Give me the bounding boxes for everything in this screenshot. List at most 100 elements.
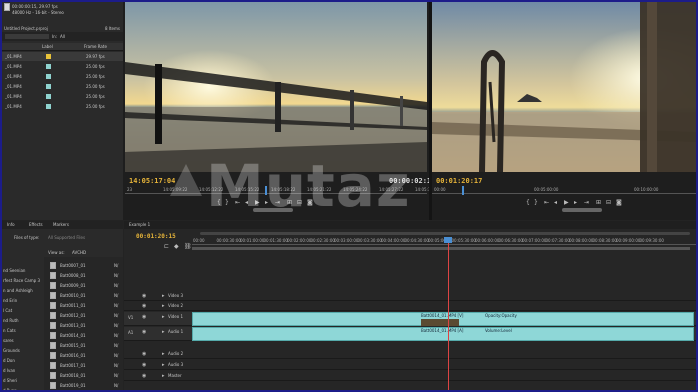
view-as-select[interactable]: AVCHD (72, 251, 86, 255)
expand-triangle-icon[interactable]: ▸ (162, 329, 165, 335)
expand-triangle-icon[interactable]: ▸ (162, 293, 165, 299)
expand-triangle-icon[interactable]: ▸ (162, 362, 165, 368)
ruler-tick-label: 00:05:30:00 (451, 238, 476, 243)
file-name: Batt0015_01 (60, 343, 86, 348)
folder-item[interactable]: n Cats (3, 329, 16, 333)
project-item-row[interactable]: _01.MP4 25.00 fps (2, 102, 123, 111)
program-playhead[interactable] (462, 186, 464, 195)
go-to-out-icon[interactable]: ⇥ (584, 199, 589, 206)
eye-icon[interactable]: ◉ (142, 303, 146, 309)
label-color-swatch[interactable] (46, 94, 51, 99)
folder-item[interactable]: l Cat (3, 309, 12, 313)
tab-sequence[interactable]: Example 1 (129, 223, 150, 227)
col-frame-rate[interactable]: Frame Rate (84, 45, 107, 49)
folder-item[interactable]: nd Seenian (3, 269, 25, 273)
col-label[interactable]: Label (42, 45, 53, 49)
eye-icon[interactable]: ◉ (142, 293, 146, 299)
audio-clip[interactable]: Batt0014_01.MP4 [A] Volume:Level (192, 327, 694, 341)
tab-markers[interactable]: Markers (53, 223, 69, 227)
timeline-timecode[interactable]: 00:01:20:15 (136, 233, 176, 240)
snap-icon[interactable]: ⊏ (164, 243, 169, 250)
track-name[interactable]: Audio 1 (168, 330, 183, 334)
expand-triangle-icon[interactable]: ▸ (162, 314, 165, 320)
label-color-swatch[interactable] (46, 54, 51, 59)
items-count: 8 Items (104, 26, 120, 31)
expand-triangle-icon[interactable]: ▸ (162, 303, 165, 309)
eye-icon[interactable]: ◉ (142, 314, 146, 320)
label-color-swatch[interactable] (46, 104, 51, 109)
project-item-row[interactable]: _01.MP4 25.00 fps (2, 72, 123, 81)
program-monitor: 00:01:20:17 00:00 00:05:00:00 00:10:00:00 … (432, 2, 696, 220)
video-clip[interactable]: Batt0014_01.MP4 [V] Opacity:Opacity (192, 312, 694, 326)
folder-item[interactable]: nd Ruth (3, 319, 19, 323)
folder-item[interactable]: d Sheri (3, 379, 17, 383)
timeline-playhead[interactable] (448, 237, 449, 390)
file-row[interactable]: Batt0014_01 N/ (44, 331, 123, 340)
linked-selection-icon[interactable]: ⛓ (184, 243, 192, 250)
track-name[interactable]: Video 2 (168, 304, 183, 308)
track-name[interactable]: Master (168, 374, 182, 378)
eye-icon[interactable]: ◉ (142, 351, 146, 357)
file-row[interactable]: Batt0017_01 N/ (44, 361, 123, 370)
zoom-scroll[interactable] (200, 232, 690, 235)
export-frame-icon[interactable]: ◙ (616, 199, 622, 206)
timeline-playhead-head[interactable] (444, 237, 452, 243)
lift-icon[interactable]: ⊞ (596, 199, 601, 206)
file-row[interactable]: Batt0012_01 N/ (44, 311, 123, 320)
folder-item[interactable]: d Ivan (3, 369, 15, 373)
file-row[interactable]: Batt0016_01 N/ (44, 351, 123, 360)
extract-icon[interactable]: ⊟ (606, 199, 611, 206)
files-of-type-select[interactable]: All Supported Files (48, 236, 85, 240)
track-name[interactable]: Audio 2 (168, 352, 183, 356)
mark-in-icon[interactable]: { (526, 199, 530, 206)
mark-out-icon[interactable]: } (534, 199, 538, 206)
file-row[interactable]: Batt0009_01 N/ (44, 281, 123, 290)
in-select[interactable]: All (60, 35, 65, 39)
label-color-swatch[interactable] (46, 64, 51, 69)
folder-item[interactable]: nd Erin (3, 299, 17, 303)
file-row[interactable]: Batt0018_01 N/ (44, 371, 123, 380)
label-color-swatch[interactable] (46, 84, 51, 89)
play-icon[interactable]: ▶ (564, 199, 569, 206)
folder-item[interactable]: sares (3, 339, 14, 343)
project-item-row[interactable]: _01.MP4 25.00 fps (2, 62, 123, 71)
track-name[interactable]: Video 1 (168, 315, 183, 319)
search-input[interactable] (5, 34, 49, 39)
folder-item[interactable]: d Ryan (3, 389, 17, 391)
target-a1[interactable]: A1 (128, 331, 133, 335)
step-back-icon[interactable]: ◂ (554, 199, 557, 206)
project-item-row[interactable]: _01.MP4 25.00 fps (2, 82, 123, 91)
add-marker-icon[interactable]: ◆ (174, 243, 179, 250)
project-item-row[interactable]: _01.MP4 25.00 fps (2, 92, 123, 101)
folder-item[interactable]: Grounds (3, 349, 20, 353)
eye-icon[interactable]: ◉ (142, 329, 146, 335)
folder-item[interactable]: d Don (3, 359, 15, 363)
expand-triangle-icon[interactable]: ▸ (162, 351, 165, 357)
track-name[interactable]: Audio 3 (168, 363, 183, 367)
go-to-in-icon[interactable]: ⇤ (544, 199, 549, 206)
tab-info[interactable]: Info (7, 223, 15, 227)
file-row[interactable]: Batt0011_01 N/ (44, 301, 123, 310)
folder-item[interactable]: rfest Race Camp 3 (3, 279, 40, 283)
target-v1[interactable]: V1 (128, 316, 133, 320)
project-item-row[interactable]: _01.MP4 29.97 fps (2, 52, 123, 61)
file-row[interactable]: Batt0008_01 N/ (44, 271, 123, 280)
label-color-swatch[interactable] (46, 74, 51, 79)
folder-item[interactable]: n and Ashleigh (3, 289, 33, 293)
file-name: Batt0008_01 (60, 273, 86, 278)
work-area-bar[interactable] (192, 247, 690, 250)
expand-triangle-icon[interactable]: ▸ (162, 373, 165, 379)
program-time-ruler[interactable]: 00:00 00:05:00:00 00:10:00:00 (432, 186, 696, 194)
program-timecode[interactable]: 00:01:20:17 (436, 177, 482, 185)
tab-effects[interactable]: Effects (29, 223, 43, 227)
file-row[interactable]: Batt0010_01 N/ (44, 291, 123, 300)
track-name[interactable]: Video 3 (168, 294, 183, 298)
eye-icon[interactable]: ◉ (142, 362, 146, 368)
eye-icon[interactable]: ◉ (142, 373, 146, 379)
file-row[interactable]: Batt0015_01 N/ (44, 341, 123, 350)
file-row[interactable]: Batt0013_01 N/ (44, 321, 123, 330)
jog-shuttle[interactable] (562, 208, 602, 212)
file-row[interactable]: Batt0019_01 N/ (44, 381, 123, 390)
file-row[interactable]: Batt0007_01 N/ (44, 261, 123, 270)
step-forward-icon[interactable]: ▸ (574, 199, 577, 206)
